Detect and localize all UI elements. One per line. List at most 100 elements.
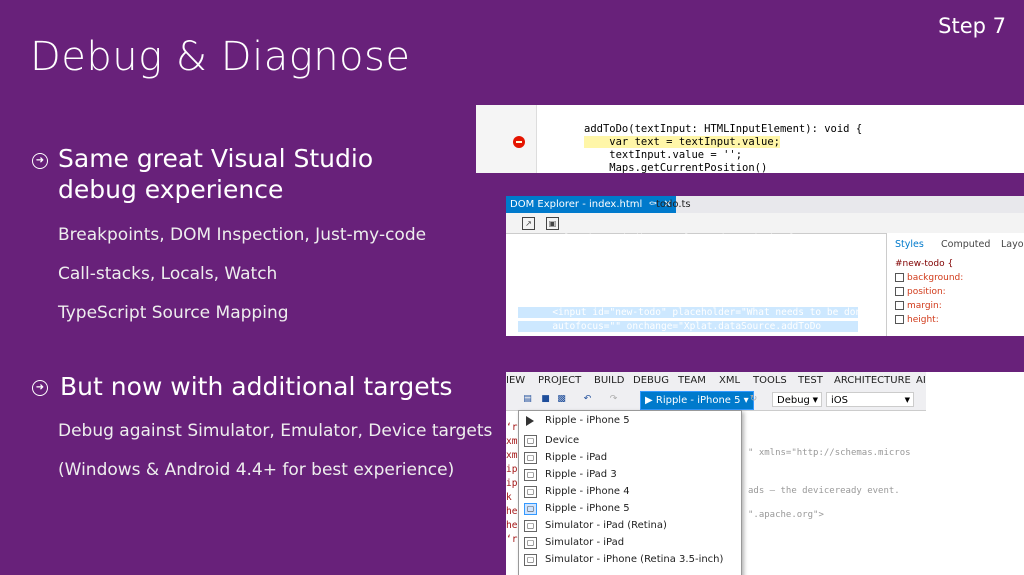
tab-todo-ts[interactable]: todo.ts [656, 196, 691, 213]
dropdown-item-current[interactable]: Ripple - iPhone 5 [519, 412, 741, 429]
menu-bar: IEW PROJECT BUILD DEBUG TEAM XML TOOLS T… [506, 372, 926, 390]
dropdown-item-selected[interactable]: ▢ Ripple - iPhone 5 [519, 500, 741, 517]
dom-node-line: control="WinJS.Binding.Template" data-wi… [530, 233, 851, 244]
run-target-label: Ripple - iPhone 5 [655, 395, 741, 406]
chevron-down-icon: ▼ [904, 396, 910, 404]
menu-analyze[interactable]: AI [916, 375, 926, 386]
style-prop-name: background: [907, 273, 964, 283]
menu-tools[interactable]: TOOLS [753, 375, 787, 386]
dropdown-item[interactable]: ▢ Ripple - iPad [519, 449, 741, 466]
style-prop-name: position: [907, 287, 946, 297]
code-line-highlighted: var text = textInput.value; [584, 136, 780, 148]
section2-item: (Windows & Android 4.4+ for best experie… [58, 460, 455, 480]
dropdown-item-label: Ripple - iPhone 5 [545, 415, 630, 426]
configuration-select[interactable]: Debug ▼ [772, 392, 822, 407]
select-element-icon[interactable]: ↗ [522, 217, 535, 230]
editor-gutter [476, 105, 537, 173]
dom-node-line-selected[interactable]: <input id="new-todo" placeholder="What n… [518, 307, 878, 318]
tab-bar: DOM Explorer - index.html ⚰ ✕ todo.ts [506, 196, 1024, 213]
new-project-icon[interactable]: ▤ [522, 394, 533, 405]
dom-node-line[interactable]: ◢ <section id="todoapp"> [518, 262, 655, 273]
save-icon[interactable]: ■ [540, 394, 551, 405]
code-fragment: xm [506, 450, 518, 461]
menu-xml[interactable]: XML [719, 375, 740, 386]
step-label: Step 7 [938, 14, 1006, 38]
style-prop-row[interactable]: ✓ margin: 0; [895, 301, 953, 311]
dropdown-item-label: Ripple - iPhone 5 [545, 503, 630, 514]
checkbox-icon[interactable]: ✓ [895, 315, 904, 324]
dropdown-item-label: Device [545, 435, 580, 446]
dom-toolbar: ↗ ▣ [506, 213, 1024, 234]
dom-node-line: style="display: none;"></div> [530, 247, 696, 258]
dropdown-item[interactable]: ▢ Ripple - iPad 3 [519, 466, 741, 483]
checkbox-icon[interactable]: ✓ [895, 287, 904, 296]
code-fragment: ip [506, 464, 518, 475]
dropdown-item[interactable]: ▢ Simulator - iPhone (Retina 3.5-inch) [519, 551, 741, 568]
device-icon: ▢ [524, 486, 537, 498]
dropdown-item[interactable]: ▢ Ripple - iPhone 4 [519, 483, 741, 500]
undo-icon[interactable]: ↶ [582, 394, 593, 405]
tab-computed[interactable]: Computed [941, 239, 990, 250]
background-code: ".apache.org"> [748, 510, 824, 520]
dropdown-item-label: Simulator - iPad (Retina) [545, 520, 667, 531]
tab-dom-explorer[interactable]: DOM Explorer - index.html ⚰ ✕ [506, 196, 676, 213]
menu-architecture[interactable]: ARCHITECTURE [834, 375, 911, 386]
style-prop-row[interactable]: ✓ position: relative; [895, 287, 986, 297]
refresh-icon[interactable]: ↻ [748, 394, 759, 405]
background-code: " xmlns="http://schemas.micros [748, 448, 911, 458]
breakpoint-icon[interactable] [513, 136, 525, 148]
dropdown-item[interactable]: ▢ Device [519, 432, 741, 449]
code-fragment: k [506, 492, 512, 503]
platform-select[interactable]: iOS ▼ [826, 392, 914, 407]
menu-build[interactable]: BUILD [594, 375, 624, 386]
style-prop-value: rgba(237 [966, 273, 1008, 283]
highlight-icon[interactable]: ▣ [546, 217, 559, 230]
style-prop-value: 0; [944, 301, 954, 311]
menu-view[interactable]: IEW [506, 375, 525, 386]
style-prop-name: height: [907, 315, 939, 325]
section1-item: TypeScript Source Mapping [58, 303, 289, 323]
dom-node-line-selected[interactable]: autofocus="" onchange="Xplat.dataSource.… [518, 321, 858, 332]
menu-team[interactable]: TEAM [678, 375, 706, 386]
code-fragment: xm [506, 436, 518, 447]
run-target-button[interactable]: ▶ Ripple - iPhone 5 ▾ [640, 391, 754, 410]
device-icon: ▢ [524, 452, 537, 464]
visual-studio-screenshot: IEW PROJECT BUILD DEBUG TEAM XML TOOLS T… [506, 372, 1024, 575]
device-icon: ▢ [524, 554, 537, 566]
checkbox-icon[interactable]: ✓ [895, 273, 904, 282]
dropdown-item[interactable]: ▢ Simulator - iPad (Retina) [519, 517, 741, 534]
page-title: Debug & Diagnose [30, 34, 411, 80]
tab-layout[interactable]: Layo [1001, 239, 1024, 250]
dom-node-line[interactable]: <div id="headerBand"></div> [518, 292, 706, 303]
device-icon: ▢ [524, 435, 537, 447]
menu-debug[interactable]: DEBUG [633, 375, 669, 386]
dropdown-item[interactable]: ▢ Simulator - iPad [519, 534, 741, 551]
code-fragment: ‘r [506, 534, 518, 545]
code-fragment: he [506, 506, 518, 517]
arrow-circle-icon: ➜ [32, 153, 48, 169]
tab-label: DOM Explorer - index.html [510, 199, 643, 210]
code-fragment: he [506, 520, 518, 531]
code-line: textInput.value = ''; [584, 149, 743, 161]
style-selector: #new-todo { [895, 259, 954, 269]
configuration-value: Debug [777, 395, 810, 406]
dom-explorer-screenshot: DOM Explorer - index.html ⚰ ✕ todo.ts ↗ … [506, 196, 1024, 336]
menu-project[interactable]: PROJECT [538, 375, 581, 386]
platform-value: iOS [831, 395, 848, 406]
checkbox-icon[interactable]: ✓ [895, 301, 904, 310]
menu-test[interactable]: TEST [798, 375, 823, 386]
section2-heading: But now with additional targets [60, 372, 453, 401]
styles-pane: Styles Computed Layo #new-todo { ✓ backgr… [886, 233, 1024, 336]
tab-styles[interactable]: Styles [895, 239, 924, 250]
dom-node-line[interactable]: ◢ <header id="header"> [518, 277, 655, 288]
style-prop-row[interactable]: ✓ height: 10vh; [895, 315, 967, 325]
style-prop-row[interactable]: ✓ background: rgba(237 [895, 273, 1007, 283]
style-prop-name: margin: [907, 301, 942, 311]
dropdown-item-label: Simulator - iPad [545, 537, 625, 548]
code-line: addToDo(textInput: HTMLInputElement): vo… [584, 123, 863, 135]
save-all-icon[interactable]: ▩ [556, 394, 567, 405]
redo-icon[interactable]: ↷ [608, 394, 619, 405]
device-icon: ▢ [524, 537, 537, 549]
dropdown-item-label: Ripple - iPhone 4 [545, 486, 630, 497]
section1-heading: Same great Visual Studio debug experienc… [58, 144, 374, 204]
